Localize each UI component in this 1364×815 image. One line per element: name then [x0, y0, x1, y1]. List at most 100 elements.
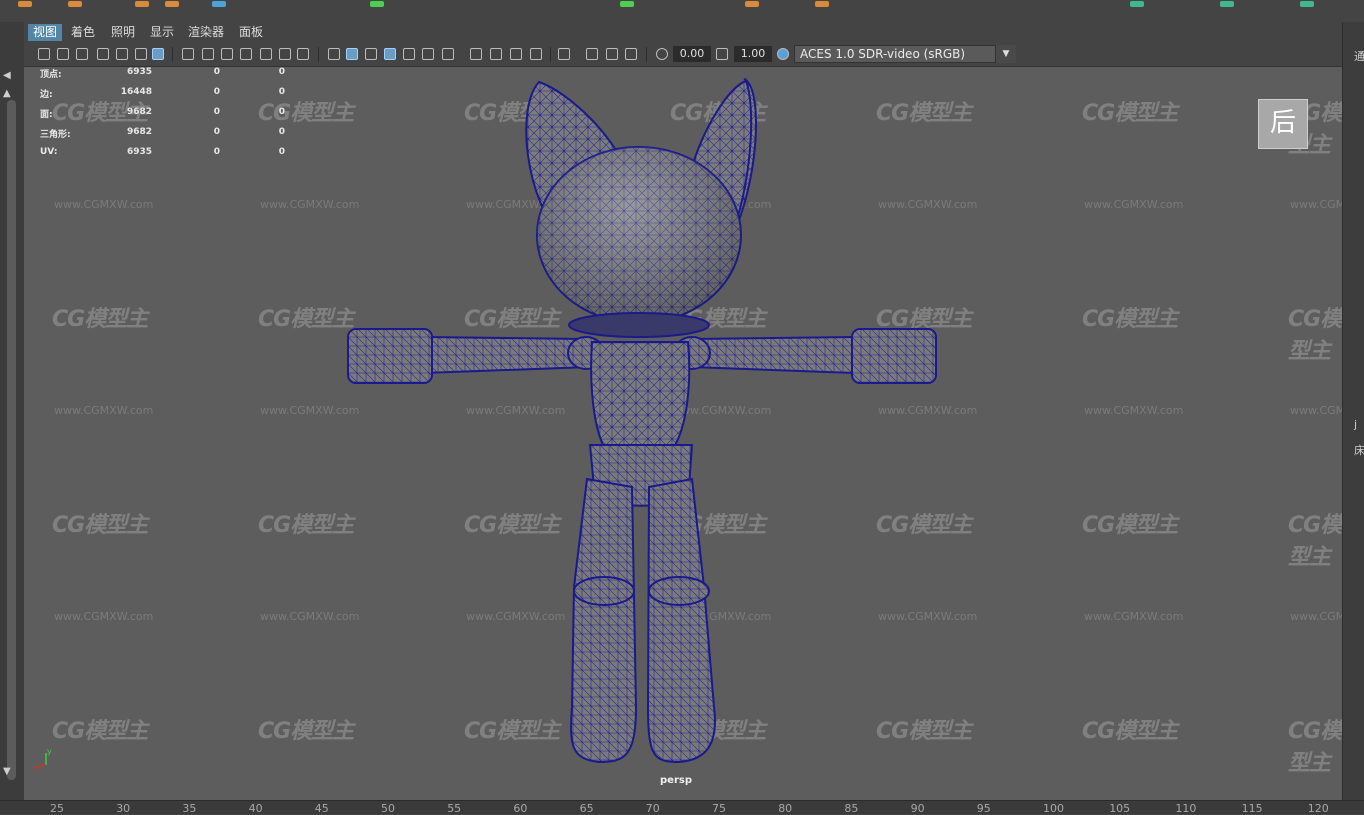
field-chart-icon[interactable]: [260, 48, 272, 60]
depth-of-field-icon[interactable]: [530, 48, 542, 60]
time-tick-label: 75: [712, 802, 726, 815]
shelf-tool-icon[interactable]: [165, 1, 179, 7]
shelf-tool-icon[interactable]: [745, 1, 759, 7]
side-tab-label[interactable]: 床: [1354, 442, 1364, 458]
2d-pan-zoom-icon[interactable]: [116, 48, 128, 60]
shelf-tool-icon[interactable]: [18, 1, 32, 7]
chevron-down-icon[interactable]: ▼: [995, 45, 1016, 63]
shelf-tool-icon[interactable]: [815, 1, 829, 7]
menu-view[interactable]: 视图: [28, 24, 63, 41]
shelf-tool-icon[interactable]: [68, 1, 82, 7]
shelf-tool-icon[interactable]: [1130, 1, 1144, 7]
view-transform-dropdown[interactable]: ACES 1.0 SDR-video (sRGB) ▼: [794, 45, 1016, 63]
perspective-viewport[interactable]: CG模型主 www.CGMXW.com CG模型主 www.CGMXW.com CG模型…: [24, 67, 1342, 800]
anti-aliasing-icon[interactable]: [510, 48, 522, 60]
wireframe-on-shaded-icon[interactable]: [384, 48, 396, 60]
menu-lighting[interactable]: 照明: [106, 24, 140, 41]
scroll-up-icon[interactable]: ▲: [3, 88, 11, 99]
hud-value: 6935: [126, 147, 152, 157]
gate-mask-icon[interactable]: [240, 48, 252, 60]
shelf-tool-icon[interactable]: [212, 1, 226, 7]
film-gate-icon[interactable]: [202, 48, 214, 60]
torso: [590, 341, 691, 448]
hud-value: 0: [213, 87, 220, 97]
time-tick-label: 45: [314, 802, 329, 815]
panel-toolbar: ACES 1.0 SDR-video (sRGB) ▼: [24, 43, 1342, 67]
shelf-tool-icon[interactable]: [620, 1, 634, 7]
axis-gizmo: y x: [34, 747, 52, 771]
shelf-strip: [0, 0, 1364, 23]
viewcube[interactable]: 后: [1258, 99, 1308, 149]
safe-title-icon[interactable]: [297, 48, 309, 60]
menu-panels[interactable]: 面板: [234, 24, 268, 41]
gamma-icon[interactable]: [716, 48, 728, 60]
shelf-tool-icon[interactable]: [1220, 1, 1234, 7]
textured-icon[interactable]: [403, 48, 415, 60]
color-management-icon[interactable]: [777, 48, 789, 60]
time-slider[interactable]: 25 30 35 40 45 50 55 60 65 70 75 80 85 90 95 100 105 110 1…: [0, 800, 1364, 815]
grid-icon[interactable]: [182, 48, 194, 60]
side-tab-label[interactable]: j: [1354, 418, 1357, 431]
isolate-select-icon[interactable]: [558, 48, 570, 60]
bookmark-icon[interactable]: [76, 48, 88, 60]
side-tab-label[interactable]: 通: [1354, 48, 1364, 64]
safe-action-icon[interactable]: [279, 48, 291, 60]
image-plane-icon[interactable]: [97, 48, 109, 60]
xray-icon[interactable]: [586, 48, 598, 60]
menu-shading[interactable]: 着色: [66, 24, 100, 41]
use-all-lights-icon[interactable]: [422, 48, 434, 60]
scrollbar[interactable]: [7, 100, 16, 780]
hud-value: 0: [278, 147, 285, 157]
character-mesh[interactable]: [24, 67, 1342, 800]
exposure-field[interactable]: [673, 46, 711, 62]
wireframe-shading-icon[interactable]: [328, 48, 340, 60]
shadows-icon[interactable]: [442, 48, 454, 60]
toolbar-divider: [172, 47, 173, 62]
hud-label: 面:: [40, 110, 53, 120]
menu-show[interactable]: 显示: [145, 24, 179, 41]
axis-x-label: x: [34, 765, 38, 771]
exposure-icon[interactable]: [656, 48, 668, 60]
gamma-field[interactable]: [734, 46, 772, 62]
time-tick-label: 85: [844, 802, 859, 815]
camera-attributes-icon[interactable]: [57, 48, 69, 60]
shelf-tool-icon[interactable]: [370, 1, 384, 7]
ambient-occlusion-icon[interactable]: [470, 48, 482, 60]
collapse-arrow-icon[interactable]: ◀: [3, 70, 11, 81]
select-camera-icon[interactable]: [38, 48, 50, 60]
hud-row-triangles: 三角形: 9682 0 0: [40, 127, 300, 147]
time-tick-label: 35: [182, 802, 197, 815]
hud-label: 三角形:: [40, 130, 71, 140]
time-tick-label: 40: [248, 802, 263, 815]
xray-joints-icon[interactable]: [625, 48, 637, 60]
time-tick-label: 95: [976, 802, 991, 815]
shelf-tool-icon[interactable]: [135, 1, 149, 7]
time-tick-label: 70: [645, 802, 660, 815]
left-toolbox: ◀ ▲ ▼: [0, 22, 25, 800]
scrollbar-thumb[interactable]: [7, 100, 16, 780]
xray-active-icon[interactable]: [606, 48, 618, 60]
left-leg: [570, 477, 638, 764]
motion-blur-icon[interactable]: [490, 48, 502, 60]
default-material-icon[interactable]: [365, 48, 377, 60]
menu-renderer[interactable]: 渲染器: [183, 24, 229, 41]
hud-value: 9682: [126, 127, 152, 137]
time-tick-label: 25: [50, 802, 64, 815]
resolution-gate-icon[interactable]: [221, 48, 233, 60]
hud-value: 16448: [120, 87, 152, 97]
time-tick-label: 80: [778, 802, 793, 815]
wireframe-pencil-icon[interactable]: [152, 48, 164, 60]
hud-row-uvs: UV: 6935 0 0: [40, 147, 300, 167]
smooth-shade-icon[interactable]: [346, 48, 358, 60]
time-tick-label: 55: [447, 802, 462, 815]
time-tick-label: 115: [1241, 802, 1263, 815]
hud-value: 0: [278, 107, 285, 117]
scroll-down-icon[interactable]: ▼: [3, 766, 11, 777]
hud-label: 边:: [40, 90, 53, 100]
hud-value: 0: [213, 67, 220, 77]
hud-value: 9682: [126, 107, 152, 117]
grease-pencil-icon[interactable]: [135, 48, 147, 60]
hud-value: 6935: [126, 67, 152, 77]
hud-value: 0: [213, 147, 220, 157]
shelf-tool-icon[interactable]: [1300, 1, 1314, 7]
